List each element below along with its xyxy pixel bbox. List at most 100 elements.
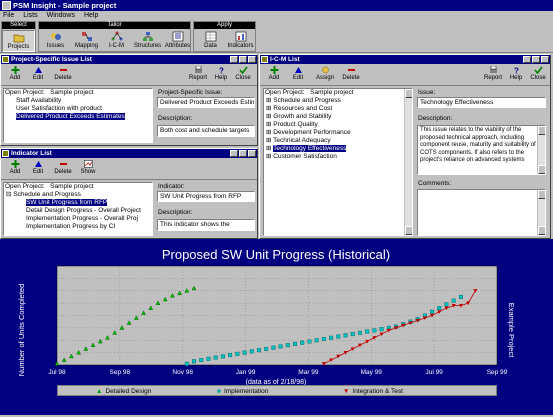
icm-node[interactable]: ⊞ Schedule and Progress bbox=[264, 97, 412, 105]
data-point bbox=[206, 356, 211, 361]
indicator-item[interactable]: Implementation Progress by CI bbox=[4, 223, 152, 231]
issue-add-button[interactable]: Add bbox=[4, 66, 26, 85]
indicator-delete-label: Delete bbox=[54, 169, 72, 175]
issue-report-button[interactable]: Report bbox=[187, 66, 209, 85]
issue-close-button[interactable]: Close bbox=[232, 66, 254, 85]
minimize-button[interactable] bbox=[230, 150, 238, 157]
icm-button[interactable]: I-C-M bbox=[100, 30, 133, 52]
tree-node[interactable]: ⊟ Schedule and Progress bbox=[4, 191, 152, 199]
vertical-scrollbar[interactable] bbox=[404, 89, 412, 235]
indicators-button[interactable]: Indicators bbox=[224, 30, 257, 52]
close-window-button[interactable] bbox=[541, 56, 549, 63]
close-window-button[interactable] bbox=[248, 150, 256, 157]
issue-item[interactable]: User Satisfaction with product bbox=[4, 105, 152, 113]
y-axis-label-text: Number of Units Completed bbox=[17, 284, 26, 377]
description-field[interactable]: Both cost and schedule targets bbox=[157, 125, 255, 137]
issue-field[interactable]: Delivered Product Exceeds Estimate bbox=[157, 97, 255, 108]
indicator-show-button[interactable]: Show bbox=[77, 160, 99, 179]
minimize-button[interactable] bbox=[523, 56, 531, 63]
icm-report-button[interactable]: Report bbox=[482, 66, 504, 85]
issue-field[interactable]: Technology Effectiveness bbox=[417, 97, 546, 108]
icm-help-button[interactable]: ? Help bbox=[505, 66, 527, 85]
icm-node[interactable]: ⊞ Customer Satisfaction bbox=[264, 153, 412, 161]
app-icon bbox=[2, 1, 11, 10]
indicator-item[interactable]: Implementation Progress - Overall Proj bbox=[4, 215, 152, 223]
indicator-add-label: Add bbox=[9, 169, 21, 175]
attributes-button[interactable]: Attributes bbox=[161, 30, 194, 52]
up-arrow-icon bbox=[34, 67, 42, 73]
icm-edit-button[interactable]: Edit bbox=[287, 66, 309, 85]
projects-button[interactable]: Projects bbox=[2, 30, 35, 52]
minimize-button[interactable] bbox=[230, 56, 238, 63]
data-point bbox=[192, 359, 197, 364]
plus-icon bbox=[11, 66, 19, 74]
open-project-label: Open Project: bbox=[265, 89, 305, 96]
indicator-list-titlebar: Indicator List bbox=[1, 149, 257, 158]
issue-edit-button[interactable]: Edit bbox=[27, 66, 49, 85]
structures-icon bbox=[142, 32, 153, 41]
description-box[interactable]: This issue relates to the viability of t… bbox=[417, 125, 546, 175]
data-point bbox=[437, 306, 442, 311]
icm-node[interactable]: ⊞ Product Quality bbox=[264, 121, 412, 129]
indicator-delete-button[interactable]: Delete bbox=[52, 160, 74, 179]
indicator-edit-button[interactable]: Edit bbox=[27, 160, 49, 179]
issues-icon bbox=[50, 33, 61, 40]
issue-delete-button[interactable]: Delete bbox=[52, 66, 74, 85]
indicator-list-title: Indicator List bbox=[11, 150, 52, 157]
vertical-scrollbar[interactable] bbox=[537, 126, 545, 174]
icm-node[interactable]: ⊞ Growth and Stability bbox=[264, 113, 412, 121]
x-tick-label: May 99 bbox=[361, 369, 383, 376]
legend-label: Integration & Test bbox=[352, 388, 403, 395]
mapping-button[interactable]: Mapping bbox=[70, 30, 103, 52]
issues-button[interactable]: Issues bbox=[39, 30, 72, 52]
issue-item-selected[interactable]: Delivered Product Exceeds Estimates bbox=[16, 113, 125, 120]
icm-node[interactable]: ⊞ Development Performance bbox=[264, 129, 412, 137]
menu-lists[interactable]: Lists bbox=[23, 12, 37, 19]
icm-list-window: I-C-M List Add Edit Assign Delete Report… bbox=[259, 54, 551, 239]
vertical-scrollbar[interactable] bbox=[537, 190, 545, 235]
structures-button[interactable]: Structures bbox=[131, 30, 164, 52]
description-label: Description: bbox=[418, 115, 453, 122]
printer-icon bbox=[489, 66, 497, 73]
indicator-add-button[interactable]: Add bbox=[4, 160, 26, 179]
indicator-item-selected[interactable]: SW Unit Progress from RFP bbox=[26, 199, 108, 206]
icm-node-selected[interactable]: ⊞ Technology Effectiveness bbox=[264, 145, 412, 153]
icm-node[interactable]: ⊞ Resources and Cost bbox=[264, 105, 412, 113]
menu-windows[interactable]: Windows bbox=[47, 12, 75, 19]
icm-add-button[interactable]: Add bbox=[263, 66, 285, 85]
maximize-button[interactable] bbox=[239, 56, 247, 63]
icm-list-titlebar: I-C-M List bbox=[260, 55, 550, 64]
icm-close-button[interactable]: Close bbox=[527, 66, 549, 85]
window-controls bbox=[230, 150, 256, 157]
data-point bbox=[199, 358, 204, 363]
indicator-field[interactable]: SW Unit Progress from RFP bbox=[157, 191, 255, 202]
comments-box[interactable] bbox=[417, 189, 546, 236]
icm-node-label: Resources and Cost bbox=[273, 105, 333, 112]
issue-help-button[interactable]: ? Help bbox=[210, 66, 232, 85]
description-field[interactable]: This indicator shows the bbox=[157, 219, 255, 231]
icm-assign-button[interactable]: Assign bbox=[312, 66, 338, 85]
check-icon bbox=[533, 66, 543, 74]
data-point bbox=[278, 344, 283, 349]
menu-help[interactable]: Help bbox=[84, 12, 98, 19]
indicator-item[interactable]: Detail Design Progress - Overall Project bbox=[4, 207, 152, 215]
open-project-label: Open Project: bbox=[5, 183, 45, 190]
square-marker-icon: ■ bbox=[217, 388, 221, 395]
close-window-button[interactable] bbox=[248, 56, 256, 63]
project-name: Sample project bbox=[50, 89, 94, 96]
data-icon bbox=[205, 31, 216, 42]
maximize-button[interactable] bbox=[532, 56, 540, 63]
menu-file[interactable]: File bbox=[3, 12, 14, 19]
select-group-title: Select bbox=[2, 22, 35, 29]
icm-node[interactable]: ⊞ Technical Adequacy bbox=[264, 137, 412, 145]
check-icon bbox=[238, 66, 248, 74]
project-name: Sample project bbox=[310, 89, 354, 96]
triangle-down-marker-icon: ▼ bbox=[343, 388, 350, 395]
mapping-label: Mapping bbox=[74, 43, 98, 49]
description-label: Description: bbox=[158, 209, 193, 216]
data-button[interactable]: Data bbox=[194, 30, 227, 52]
maximize-button[interactable] bbox=[239, 150, 247, 157]
tailor-group: Tailor Issues Mapping I-C-M Structures A… bbox=[38, 21, 191, 52]
icm-delete-button[interactable]: Delete bbox=[338, 66, 364, 85]
issue-item[interactable]: Staff Availability bbox=[4, 97, 152, 105]
